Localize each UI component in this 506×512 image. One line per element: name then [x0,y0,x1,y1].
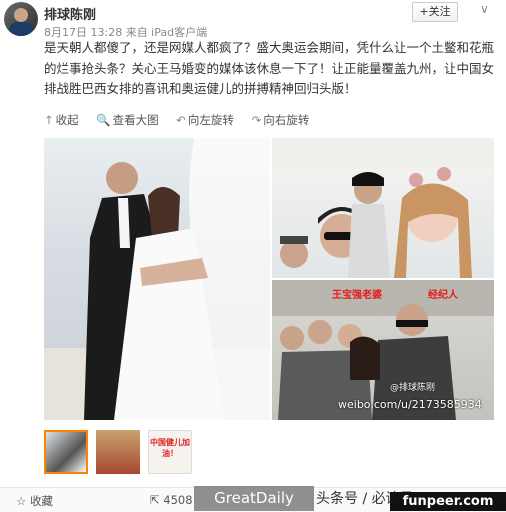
favorite-label: 收藏 [29,494,53,508]
rotate-right-button[interactable]: ↷ 向右旋转 [252,112,310,128]
thumbnail-1[interactable] [44,430,88,474]
username[interactable]: 排球陈刚 [44,4,96,23]
avatar-face [14,8,28,22]
rotate-right-label: 向右旋转 [263,113,310,127]
thumbnail-3[interactable]: 中国健儿加油！ [148,430,192,474]
selfie-photo[interactable] [272,138,494,278]
favorite-button[interactable]: ☆ 收藏 [16,493,53,509]
collapse-button[interactable]: ↑ 收起 [44,112,79,128]
weibo-url-watermark: weibo.com/u/2173585934 [338,398,482,411]
airplane-photo[interactable]: 王宝强老婆 经纪人 @排球陈刚 weibo.com/u/2173585934 [272,280,494,420]
image-toolbar: ↑ 收起 🔍 查看大图 ↶ 向左旋转 ↷ 向右旋转 [44,112,323,128]
rotate-left-label: 向左旋转 [187,113,234,127]
thumbnail-2[interactable] [96,430,140,474]
star-icon: ☆ [16,494,30,508]
thumbnail-3-text: 中国健儿加油！ [150,438,190,458]
zoom-icon: 🔍 [96,113,111,127]
wedding-photo-illustration [44,138,270,420]
rotate-left-icon: ↶ [176,113,186,127]
menu-chevron-down-icon[interactable]: ∨ [480,2,489,16]
greatdaily-watermark: GreatDaily [194,486,314,511]
avatar-body [9,22,33,36]
collapse-label: 收起 [55,113,79,127]
follow-button[interactable]: +关注 [412,2,458,22]
account-tag: @排球陈刚 [390,383,436,393]
rotate-left-button[interactable]: ↶ 向左旋转 [176,112,234,128]
post-text: 是天朝人都傻了，还是网媒人都疯了？盛大奥运会期间，凭什么让一个土鳖和花瓶的烂事抢… [44,40,495,96]
selfie-photo-illustration [272,138,494,278]
wedding-photo[interactable] [44,138,270,420]
repost-count: 4508 [163,493,193,507]
repost-button[interactable]: ⇱ 4508 [150,493,193,507]
follow-label: +关注 [419,5,451,18]
view-large-label: 查看大图 [112,113,159,127]
rotate-right-icon: ↷ [251,113,262,127]
collapse-icon: ↑ [44,113,54,127]
photo-label-right: 经纪人 [428,290,458,301]
repost-icon: ⇱ [150,493,164,507]
photo-label-left: 王宝强老婆 [332,290,382,301]
avatar[interactable] [4,2,38,36]
funpeer-watermark: funpeer.com [390,492,506,511]
view-large-button[interactable]: 🔍 查看大图 [96,112,158,128]
